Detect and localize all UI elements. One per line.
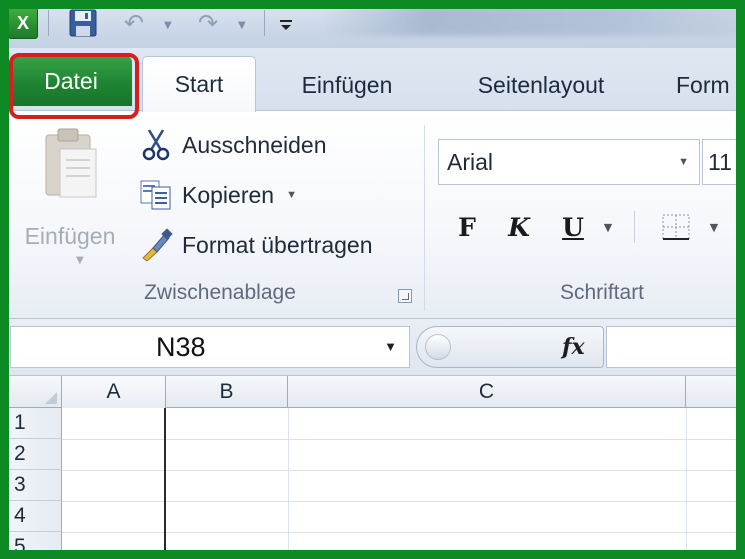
- row-header-2[interactable]: 2: [0, 439, 62, 470]
- bold-button[interactable]: F: [450, 207, 484, 247]
- name-box[interactable]: N38 ▼: [10, 326, 410, 368]
- toolbar-divider: [264, 10, 265, 36]
- cut-label: Ausschneiden: [182, 131, 327, 158]
- copy-dropdown-icon[interactable]: ▼: [286, 189, 297, 201]
- tab-insert[interactable]: Einfügen: [282, 60, 412, 110]
- italic-button[interactable]: K: [502, 207, 536, 247]
- clipboard-group-label: Zwischenablage: [144, 281, 296, 304]
- excel-window: X ↶ ▼ ↷ ▼ Datei Start Einfügen Seitenlay…: [0, 0, 745, 559]
- customize-toolbar-icon[interactable]: [275, 10, 297, 40]
- borders-button[interactable]: [656, 207, 696, 247]
- excel-icon[interactable]: X: [8, 7, 38, 39]
- paste-button[interactable]: Einfügen ▼: [14, 127, 124, 267]
- group-divider: [424, 125, 425, 311]
- spreadsheet-grid[interactable]: A B C 1 2 3 4 5: [0, 376, 745, 559]
- gridline: [288, 408, 289, 559]
- font-name-select[interactable]: Arial ▼: [438, 139, 700, 185]
- undo-dropdown-icon[interactable]: ▼: [164, 20, 172, 31]
- row-header-4[interactable]: 4: [0, 501, 62, 532]
- underline-button[interactable]: U: [556, 207, 590, 247]
- cut-button[interactable]: Ausschneiden: [138, 125, 327, 165]
- font-size-select[interactable]: 11: [702, 139, 745, 185]
- column-header-a[interactable]: A: [62, 376, 166, 408]
- chevron-down-icon[interactable]: ▼: [678, 156, 689, 168]
- quick-access-toolbar: X ↶ ▼ ↷ ▼: [0, 0, 745, 48]
- borders-dropdown-icon[interactable]: ▼: [704, 207, 724, 247]
- redo-icon[interactable]: ↷: [188, 8, 228, 38]
- row-header-1[interactable]: 1: [0, 408, 62, 439]
- borders-icon: [662, 214, 690, 240]
- insert-function-icon[interactable]: fx: [560, 331, 596, 361]
- column-header-c[interactable]: C: [288, 376, 686, 408]
- font-name-value: Arial: [447, 148, 494, 175]
- tab-formulas[interactable]: Form: [676, 60, 745, 110]
- tab-home[interactable]: Start: [142, 56, 256, 112]
- svg-text:fx: fx: [560, 334, 585, 360]
- font-size-value: 11: [708, 148, 732, 175]
- row-header-3[interactable]: 3: [0, 470, 62, 501]
- tab-page-layout[interactable]: Seitenlayout: [456, 60, 626, 110]
- clipboard-dialog-launcher-icon[interactable]: [398, 289, 412, 303]
- freeze-pane-line: [164, 408, 166, 559]
- column-header-row: A B C: [0, 376, 745, 408]
- select-all-button[interactable]: [0, 376, 62, 408]
- formula-input[interactable]: [606, 326, 745, 368]
- scissors-icon: [138, 128, 174, 162]
- format-painter-button[interactable]: Format übertragen: [138, 225, 372, 265]
- title-area: [320, 6, 745, 36]
- copy-icon: [138, 178, 174, 212]
- splitter-handle-icon[interactable]: [425, 334, 451, 360]
- row-header-5[interactable]: 5: [0, 532, 62, 559]
- paste-label: Einfügen: [24, 223, 116, 249]
- column-header-d[interactable]: [686, 376, 745, 408]
- gridline: [686, 408, 687, 559]
- formula-bar: N38 ▼ fx: [0, 318, 745, 376]
- underline-dropdown-icon[interactable]: ▼: [598, 207, 618, 247]
- font-group-label: Schriftart: [560, 281, 645, 304]
- format-painter-label: Format übertragen: [182, 231, 373, 258]
- copy-label: Kopieren: [182, 181, 275, 208]
- copy-button[interactable]: Kopieren ▼: [138, 175, 297, 215]
- paste-dropdown-icon[interactable]: ▼: [76, 255, 84, 266]
- ribbon-home: Einfügen ▼ Ausschneiden Kopieren ▼ Forma…: [0, 110, 745, 318]
- save-icon[interactable]: [66, 8, 100, 38]
- paintbrush-icon: [138, 228, 174, 262]
- redo-dropdown-icon[interactable]: ▼: [238, 20, 246, 31]
- clipboard-icon: [45, 128, 97, 198]
- file-tab-highlight: [9, 53, 139, 119]
- chevron-down-icon[interactable]: ▼: [384, 339, 397, 354]
- undo-icon[interactable]: ↶: [114, 8, 154, 38]
- toolbar-divider: [48, 10, 49, 36]
- name-box-value: N38: [156, 331, 206, 362]
- toolbar-divider: [634, 211, 635, 243]
- column-header-b[interactable]: B: [166, 376, 288, 408]
